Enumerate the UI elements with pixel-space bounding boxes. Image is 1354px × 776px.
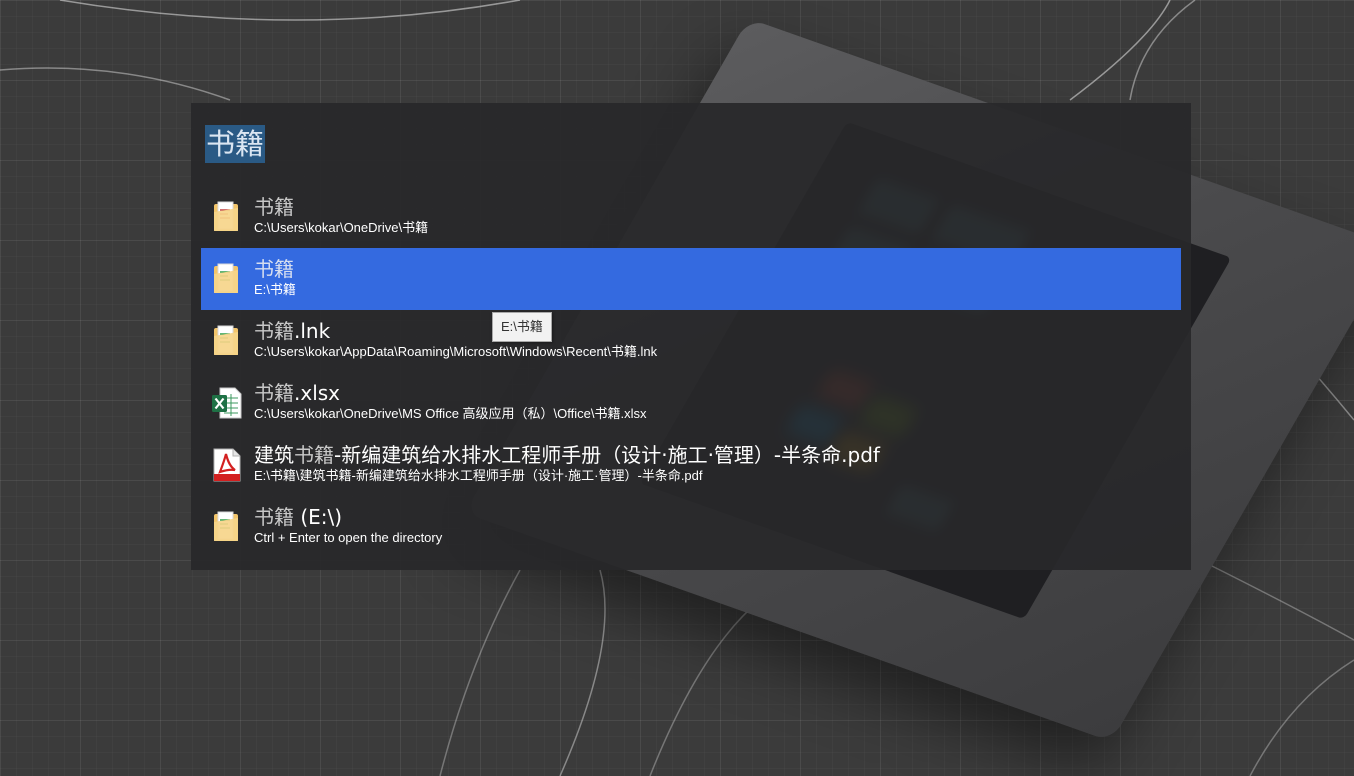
result-path: E:\书籍\建筑书籍-新编建筑给水排水工程师手册（设计·施工·管理）-半条命.p…: [254, 468, 703, 483]
result-path: E:\书籍: [254, 282, 296, 297]
path-tooltip: E:\书籍: [492, 312, 552, 342]
excel-icon: [212, 387, 242, 419]
result-title: 书籍 (E:\): [254, 505, 343, 529]
result-title: 建筑书籍-新编建筑给水排水工程师手册（设计·施工·管理）-半条命.pdf: [254, 443, 880, 467]
folder-shortcut-icon: [214, 325, 238, 355]
result-path: C:\Users\kokar\AppData\Roaming\Microsoft…: [254, 344, 658, 359]
folder-icon: [214, 201, 238, 231]
results-list: 书籍 C:\Users\kokar\OneDrive\书籍 书籍 E:\书籍 书…: [201, 186, 1181, 558]
result-item[interactable]: 书籍 C:\Users\kokar\OneDrive\书籍: [201, 186, 1181, 248]
result-title: 书籍.xlsx: [254, 381, 341, 405]
result-item[interactable]: 建筑书籍-新编建筑给水排水工程师手册（设计·施工·管理）-半条命.pdf E:\…: [201, 434, 1181, 496]
search-input[interactable]: 书籍: [205, 125, 266, 163]
result-title: 书籍.lnk: [254, 319, 331, 343]
result-title: 书籍: [254, 195, 294, 219]
result-item[interactable]: 书籍 (E:\) Ctrl + Enter to open the direct…: [201, 496, 1181, 558]
result-title: 书籍: [254, 257, 294, 281]
launcher-window: 书籍 书籍 C:\Users\kokar\OneDrive\书籍 书籍 E:\书…: [191, 103, 1191, 570]
result-item[interactable]: 书籍.lnk C:\Users\kokar\AppData\Roaming\Mi…: [201, 310, 1181, 372]
pdf-icon: [213, 448, 241, 482]
folder-icon: [214, 263, 238, 293]
result-path: C:\Users\kokar\OneDrive\MS Office 高级应用（私…: [254, 406, 647, 421]
result-hint: Ctrl + Enter to open the directory: [254, 530, 443, 545]
result-item-selected[interactable]: 书籍 E:\书籍: [201, 248, 1181, 310]
folder-icon: [214, 511, 238, 541]
result-item[interactable]: 书籍.xlsx C:\Users\kokar\OneDrive\MS Offic…: [201, 372, 1181, 434]
search-query-text[interactable]: 书籍: [205, 125, 266, 163]
result-path: C:\Users\kokar\OneDrive\书籍: [254, 220, 429, 235]
